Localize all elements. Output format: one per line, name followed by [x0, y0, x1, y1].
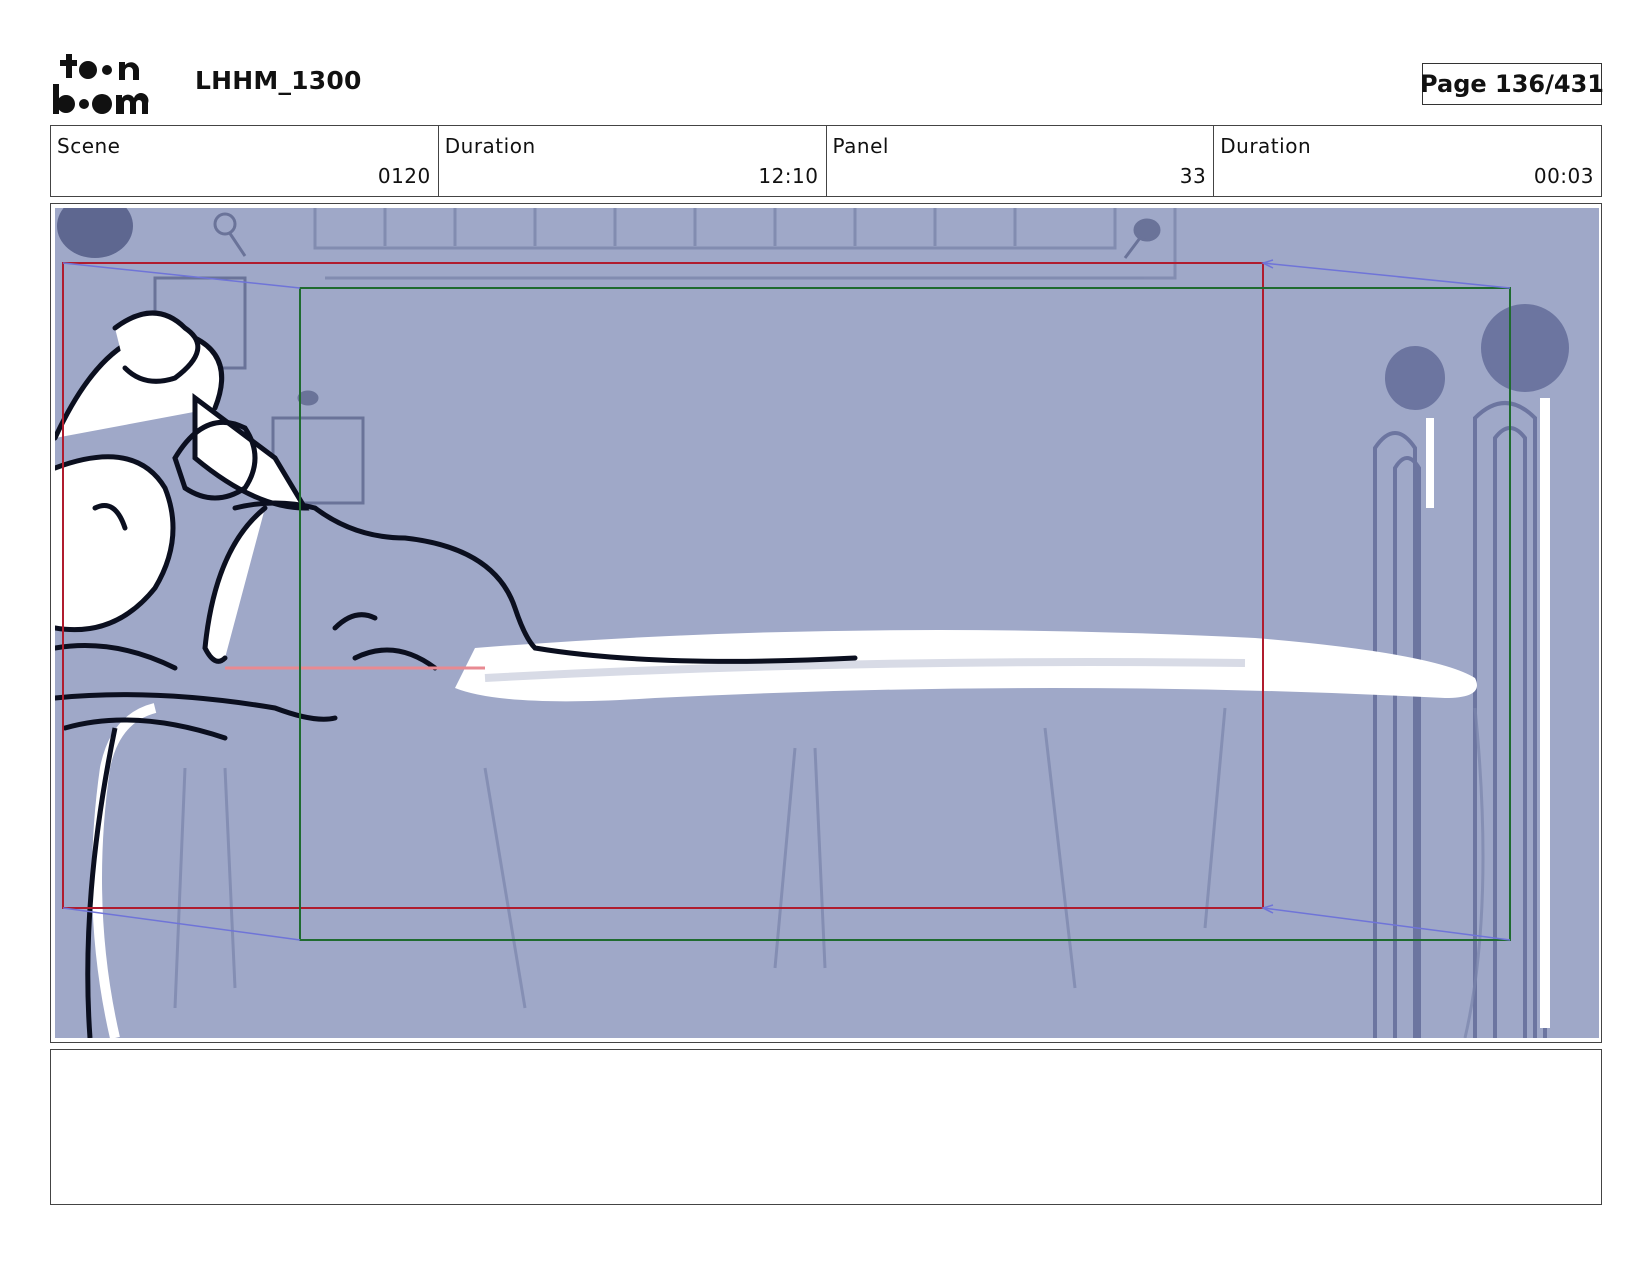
scene-cell: Scene 0120 — [51, 126, 439, 196]
scene-duration-value: 12:10 — [758, 164, 819, 188]
panel-duration-value: 00:03 — [1533, 164, 1594, 188]
panel-duration-cell: Duration 00:03 — [1214, 126, 1601, 196]
scene-duration-label: Duration — [444, 134, 536, 158]
document-title: LHHM_1300 — [195, 66, 362, 95]
panel-label: Panel — [832, 134, 889, 158]
scene-value: 0120 — [377, 164, 431, 188]
scene-duration-cell: Duration 12:10 — [439, 126, 827, 196]
panel-info-table: Scene 0120 Duration 12:10 Panel 33 Durat… — [50, 125, 1602, 197]
scene-label: Scene — [57, 134, 121, 158]
panel-value: 33 — [1179, 164, 1207, 188]
panel-drawing — [55, 208, 1599, 1038]
toon-boom-logo — [53, 54, 149, 114]
storyboard-panel — [50, 203, 1602, 1043]
panel-duration-label: Duration — [1220, 134, 1312, 158]
panel-background — [55, 208, 1599, 1038]
panel-notes-area — [50, 1049, 1602, 1205]
page-number-badge: Page 136/431 — [1420, 63, 1604, 105]
panel-cell: Panel 33 — [827, 126, 1215, 196]
